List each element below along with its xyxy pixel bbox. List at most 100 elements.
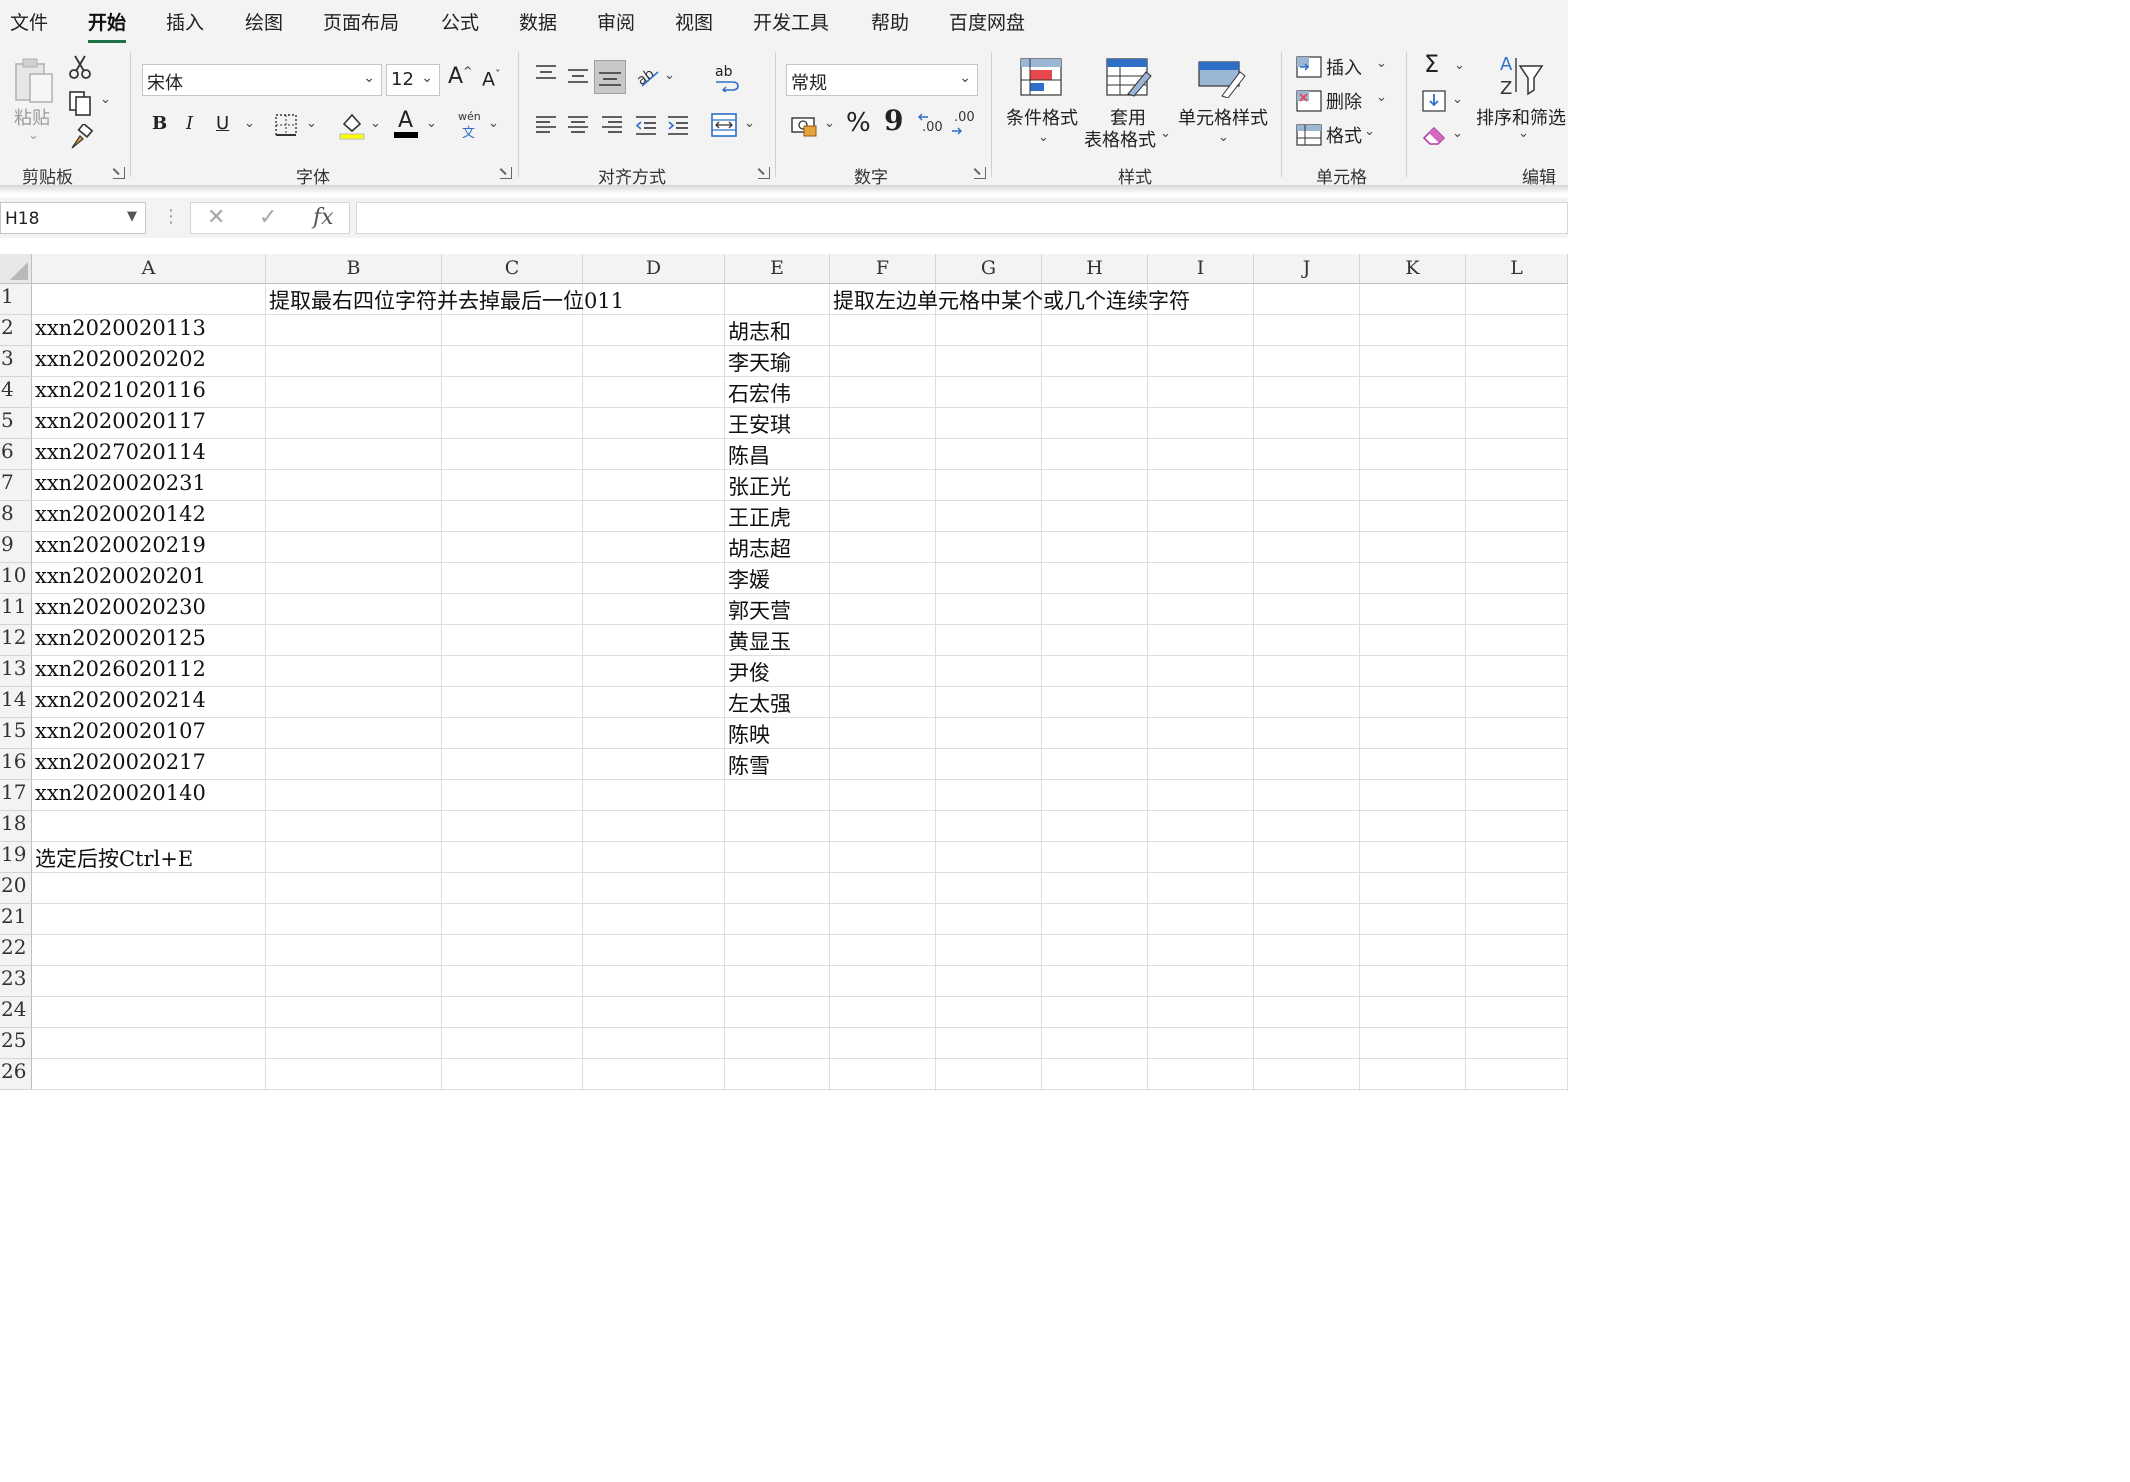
- cell-F1[interactable]: 提取左边单元格中某个或几个连续字符: [830, 285, 1190, 316]
- cell-E2[interactable]: 胡志和: [725, 316, 791, 347]
- cell-E3[interactable]: 李天瑜: [725, 347, 791, 378]
- column-header-K[interactable]: K: [1360, 254, 1466, 284]
- font-size-select[interactable]: 12 ⌄: [386, 64, 440, 96]
- tab-draw[interactable]: 绘图: [245, 8, 283, 35]
- cell-B1[interactable]: 提取最右四位字符并去掉最后一位011: [266, 285, 624, 316]
- row-header-20[interactable]: 20: [0, 873, 32, 904]
- tab-review[interactable]: 审阅: [597, 8, 635, 35]
- font-name-select[interactable]: 宋体 ⌄: [142, 64, 382, 96]
- formula-input[interactable]: [356, 202, 1568, 234]
- row-header-17[interactable]: 17: [0, 780, 32, 811]
- row-header-11[interactable]: 11: [0, 594, 32, 625]
- row-header-9[interactable]: 9: [0, 532, 32, 563]
- decrease-decimal-button[interactable]: .00: [950, 110, 978, 140]
- cell-A3[interactable]: xxn2020020202: [32, 347, 206, 378]
- grow-font-button[interactable]: A^: [448, 64, 472, 89]
- bold-button[interactable]: B: [152, 113, 167, 134]
- format-painter-icon[interactable]: [68, 124, 94, 150]
- paste-dropdown[interactable]: ⌄: [28, 128, 39, 143]
- cell-E7[interactable]: 张正光: [725, 471, 791, 502]
- cell-E16[interactable]: 陈雪: [725, 750, 770, 781]
- font-color-dropdown[interactable]: ⌄: [426, 116, 437, 131]
- row-header-13[interactable]: 13: [0, 656, 32, 687]
- worksheet-grid[interactable]: A B C D E F G H I J K L 1 2 3 4 5 6 7 8 9 10 11 12 13 14 15 16 17 18 1…: [0, 254, 1568, 1091]
- column-header-E[interactable]: E: [725, 254, 830, 284]
- cell-E14[interactable]: 左太强: [725, 688, 791, 719]
- number-format-select[interactable]: 常规 ⌄: [786, 64, 978, 96]
- orientation-dropdown[interactable]: ⌄: [664, 68, 675, 83]
- conditional-formatting-button[interactable]: 条件格式 ⌄: [1004, 56, 1080, 148]
- format-as-table-button[interactable]: 套用 表格格式 ⌄: [1084, 56, 1174, 156]
- cell-E5[interactable]: 王安琪: [725, 409, 791, 440]
- cell-A19[interactable]: 选定后按Ctrl+E: [32, 843, 193, 874]
- shrink-font-button[interactable]: Aˇ: [482, 68, 501, 90]
- copy-dropdown[interactable]: ⌄: [100, 92, 111, 107]
- row-header-8[interactable]: 8: [0, 501, 32, 532]
- comma-style-button[interactable]: 9: [884, 104, 903, 137]
- cell-styles-button[interactable]: 单元格样式 ⌄: [1176, 56, 1270, 148]
- row-header-5[interactable]: 5: [0, 408, 32, 439]
- row-header-25[interactable]: 25: [0, 1028, 32, 1059]
- select-all-corner[interactable]: [0, 254, 32, 284]
- cancel-icon[interactable]: ✕: [207, 205, 225, 230]
- row-header-4[interactable]: 4: [0, 377, 32, 408]
- align-left-icon[interactable]: [534, 114, 558, 136]
- cell-E6[interactable]: 陈昌: [725, 440, 770, 471]
- cell-E9[interactable]: 胡志超: [725, 533, 791, 564]
- cell-A9[interactable]: xxn2020020219: [32, 533, 206, 564]
- borders-icon[interactable]: [275, 114, 297, 136]
- wrap-text-button[interactable]: ab: [712, 64, 742, 94]
- row-header-18[interactable]: 18: [0, 811, 32, 842]
- cell-A5[interactable]: xxn2020020117: [32, 409, 206, 440]
- decrease-indent-icon[interactable]: [634, 114, 658, 136]
- cell-E4[interactable]: 石宏伟: [725, 378, 791, 409]
- row-header-16[interactable]: 16: [0, 749, 32, 780]
- sort-filter-button[interactable]: A Z 排序和筛选 ⌄: [1476, 52, 1568, 148]
- row-header-15[interactable]: 15: [0, 718, 32, 749]
- cell-A14[interactable]: xxn2020020214: [32, 688, 206, 719]
- fill-dropdown[interactable]: ⌄: [1452, 92, 1463, 107]
- cell-E13[interactable]: 尹俊: [725, 657, 770, 688]
- cell-A4[interactable]: xxn2021020116: [32, 378, 206, 409]
- borders-dropdown[interactable]: ⌄: [306, 116, 317, 131]
- tab-formulas[interactable]: 公式: [441, 8, 479, 35]
- row-header-22[interactable]: 22: [0, 935, 32, 966]
- cell-A7[interactable]: xxn2020020231: [32, 471, 206, 502]
- percent-style-button[interactable]: %: [846, 108, 871, 138]
- row-header-14[interactable]: 14: [0, 687, 32, 718]
- column-header-L[interactable]: L: [1466, 254, 1568, 284]
- align-bottom-button[interactable]: [594, 60, 626, 94]
- column-header-A[interactable]: A: [32, 254, 266, 284]
- row-header-7[interactable]: 7: [0, 470, 32, 501]
- accounting-dropdown[interactable]: ⌄: [824, 116, 835, 131]
- row-header-21[interactable]: 21: [0, 904, 32, 935]
- increase-indent-icon[interactable]: [666, 114, 690, 136]
- insert-function-icon[interactable]: fx: [313, 205, 334, 230]
- orientation-icon[interactable]: ab: [634, 62, 662, 90]
- cell-A12[interactable]: xxn2020020125: [32, 626, 206, 657]
- column-header-C[interactable]: C: [442, 254, 583, 284]
- tab-home[interactable]: 开始: [88, 8, 127, 43]
- column-header-F[interactable]: F: [830, 254, 936, 284]
- cell-A16[interactable]: xxn2020020217: [32, 750, 206, 781]
- phonetic-button[interactable]: wén 文: [456, 110, 484, 141]
- italic-button[interactable]: I: [186, 113, 193, 134]
- row-header-2[interactable]: 2: [0, 315, 32, 346]
- cell-A17[interactable]: xxn2020020140: [32, 781, 206, 812]
- cell-E8[interactable]: 王正虎: [725, 502, 791, 533]
- column-header-D[interactable]: D: [583, 254, 725, 284]
- cut-icon[interactable]: [68, 54, 92, 80]
- formula-bar-grip-icon[interactable]: ⋮: [162, 206, 180, 227]
- enter-icon[interactable]: ✓: [259, 205, 277, 230]
- row-header-3[interactable]: 3: [0, 346, 32, 377]
- tab-help[interactable]: 帮助: [871, 8, 909, 35]
- cell-E15[interactable]: 陈映: [725, 719, 770, 750]
- row-header-26[interactable]: 26: [0, 1059, 32, 1090]
- column-header-J[interactable]: J: [1254, 254, 1360, 284]
- number-launcher-icon[interactable]: [974, 167, 986, 179]
- merge-dropdown[interactable]: ⌄: [744, 116, 755, 131]
- tab-data[interactable]: 数据: [519, 8, 557, 35]
- column-header-I[interactable]: I: [1148, 254, 1254, 284]
- tab-baidu-netdisk[interactable]: 百度网盘: [949, 8, 1025, 35]
- name-box[interactable]: H18 ▼: [0, 202, 146, 234]
